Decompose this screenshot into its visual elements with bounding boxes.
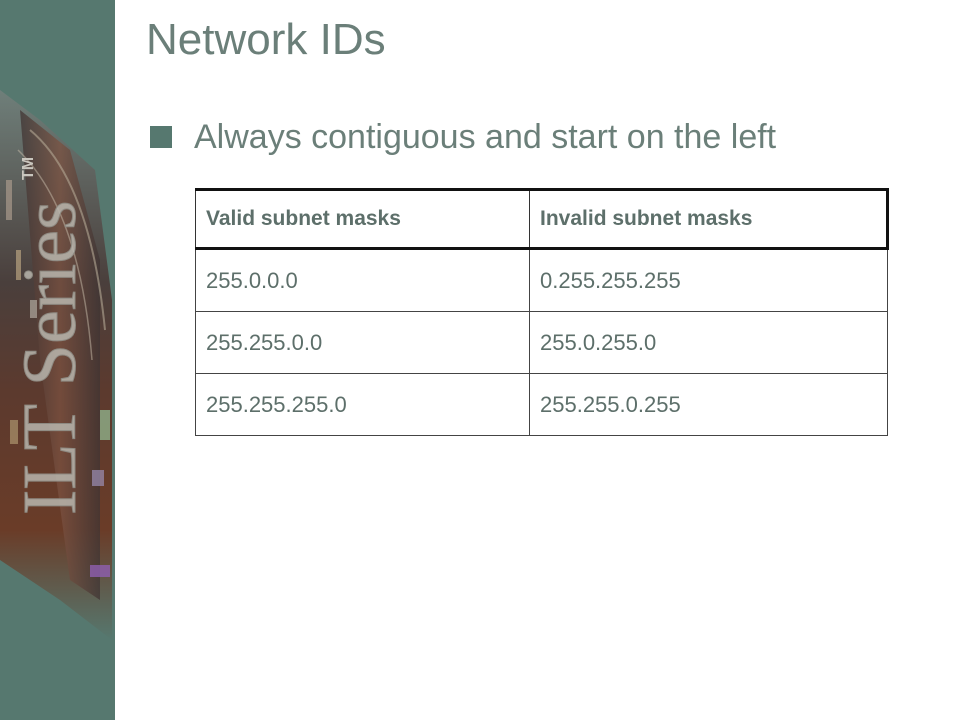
table-row: 255.0.0.0 0.255.255.255: [195, 248, 888, 312]
valid-mask-cell: 255.0.0.0: [195, 248, 530, 312]
svg-text:TM: TM: [20, 157, 37, 180]
ilt-series-logo: ILT Series TM: [0, 90, 112, 640]
valid-mask-cell: 255.255.0.0: [195, 311, 530, 374]
table-row: 255.255.255.0 255.255.0.255: [195, 373, 888, 436]
svg-text:ILT Series: ILT Series: [8, 200, 92, 515]
table-header-row: Valid subnet masks Invalid subnet masks: [195, 188, 889, 250]
bullet-text: Always contiguous and start on the left: [194, 117, 777, 156]
valid-mask-cell: 255.255.255.0: [195, 373, 530, 436]
column-header-valid: Valid subnet masks: [195, 188, 530, 250]
bullet-item: Always contiguous and start on the left: [150, 112, 776, 162]
column-header-invalid: Invalid subnet masks: [529, 188, 889, 250]
sidebar-banner: ILT Series TM: [0, 0, 115, 720]
invalid-mask-cell: 255.255.0.255: [529, 373, 888, 436]
square-bullet-icon: [150, 126, 172, 148]
subnet-mask-table: Valid subnet masks Invalid subnet masks …: [195, 188, 889, 436]
table-row: 255.255.0.0 255.0.255.0: [195, 311, 888, 374]
slide-title: Network IDs: [146, 15, 386, 64]
invalid-mask-cell: 255.0.255.0: [529, 311, 888, 374]
invalid-mask-cell: 0.255.255.255: [529, 248, 888, 312]
